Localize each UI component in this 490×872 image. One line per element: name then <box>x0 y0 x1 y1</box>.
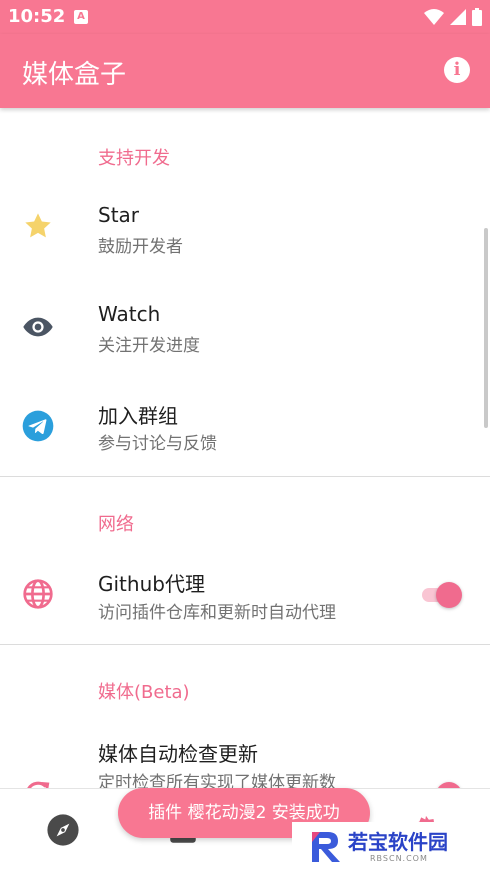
toggle-thumb <box>436 582 462 608</box>
setting-subtitle: 访问插件仓库和更新时自动代理 <box>98 603 336 623</box>
setting-label: Star <box>98 203 140 227</box>
media-auto-update-toggle[interactable] <box>420 780 466 788</box>
globe-icon <box>23 579 53 609</box>
telegram-icon <box>22 410 54 442</box>
setting-item-watch[interactable]: Watch 关注开发进度 <box>0 278 490 376</box>
setting-subtitle: 参与讨论与反馈 <box>98 434 217 454</box>
section-header-support: 支持开发 <box>98 148 170 169</box>
setting-subtitle: 鼓励开发者 <box>98 237 183 257</box>
info-icon[interactable]: i <box>444 57 470 83</box>
status-bar: 10:52 A <box>0 0 490 34</box>
watermark: 若宝软件园 RBSCN.COM <box>292 822 488 870</box>
watermark-text: 若宝软件园 <box>348 830 448 854</box>
setting-label: 媒体自动检查更新 <box>98 742 258 766</box>
compass-icon[interactable] <box>46 813 80 847</box>
divider <box>0 476 490 477</box>
status-time: 10:52 <box>8 6 66 27</box>
setting-subtitle: 定时检查所有实现了媒体更新数 <box>98 773 336 788</box>
setting-subtitle: 关注开发进度 <box>98 336 200 356</box>
wifi-icon <box>424 9 444 25</box>
section-header-network: 网络 <box>98 514 134 535</box>
setting-label: 加入群组 <box>98 404 178 428</box>
signal-icon <box>450 9 466 25</box>
eye-icon <box>23 317 53 337</box>
setting-item-star[interactable]: Star 鼓励开发者 <box>0 180 490 276</box>
setting-item-media-auto-update[interactable]: 媒体自动检查更新 定时检查所有实现了媒体更新数 <box>0 714 490 788</box>
system-icons <box>424 7 482 27</box>
star-icon <box>25 213 51 238</box>
setting-label: Github代理 <box>98 572 205 596</box>
settings-list: 支持开发 Star 鼓励开发者 Watch 关注开发进度 加入群组 参与讨论与反… <box>0 108 490 788</box>
divider <box>0 644 490 645</box>
watermark-logo-icon <box>312 832 340 862</box>
setting-item-github-proxy[interactable]: Github代理 访问插件仓库和更新时自动代理 <box>0 544 490 644</box>
battery-icon <box>472 8 482 26</box>
setting-item-join-group[interactable]: 加入群组 参与讨论与反馈 <box>0 376 490 474</box>
notification-a-icon: A <box>74 10 88 24</box>
section-header-media: 媒体(Beta) <box>98 682 190 703</box>
watermark-url: RBSCN.COM <box>370 854 428 863</box>
page-title: 媒体盒子 <box>22 60 127 90</box>
setting-label: Watch <box>98 302 161 326</box>
github-proxy-toggle[interactable] <box>420 580 466 610</box>
update-icon <box>27 781 50 788</box>
app-bar: 媒体盒子 i <box>0 34 490 108</box>
